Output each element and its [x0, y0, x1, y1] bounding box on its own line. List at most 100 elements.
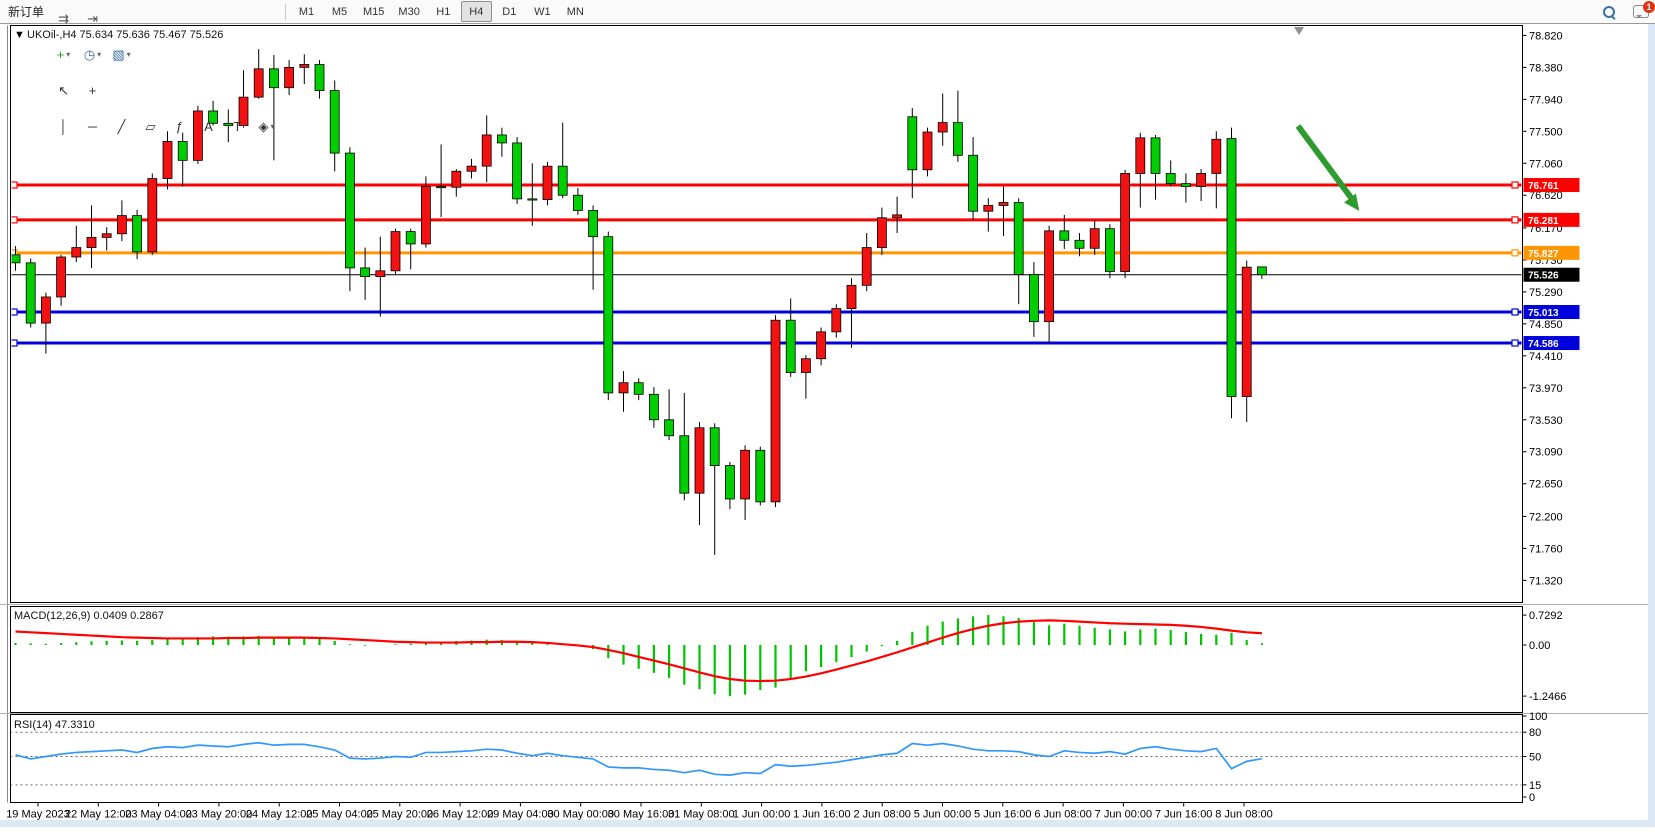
period-icon: ◷	[84, 48, 95, 61]
price-axis-label: 74.850	[1529, 319, 1563, 331]
macd-axis-label: -1.2466	[1529, 691, 1566, 703]
time-axis-label: 25 May 04:00	[306, 809, 373, 821]
auto-scroll-icon: ⇉	[58, 12, 69, 25]
time-axis-label: 31 May 08:00	[668, 809, 735, 821]
chevron-down-icon: ▾	[271, 122, 275, 131]
time-axis-label: 26 May 12:00	[427, 809, 494, 821]
time-axis-label: 8 Jun 08:00	[1215, 809, 1273, 821]
rsi-axis-label: 15	[1529, 780, 1541, 792]
price-axis-label: 77.060	[1529, 158, 1563, 170]
timeframe-M5[interactable]: M5	[324, 1, 355, 22]
svg-text:76.761: 76.761	[1528, 181, 1559, 192]
time-axis-label: 1 Jun 00:00	[733, 809, 791, 821]
vertical-line-icon: │	[59, 120, 67, 133]
channel-button[interactable]: ▱	[137, 116, 164, 137]
time-axis-label: 23 May 20:00	[186, 809, 253, 821]
timeframe-H4[interactable]: H4	[461, 1, 492, 22]
add-indicator-button[interactable]: +▾	[50, 44, 77, 65]
price-axis-label: 75.290	[1529, 287, 1563, 299]
chart-shift-button[interactable]: ⇥	[79, 8, 106, 29]
price-tag-76.281: 76.281	[1524, 213, 1580, 227]
timeframe-M15[interactable]: M15	[357, 1, 390, 22]
new-order-button[interactable]: 新订单	[1, 1, 48, 22]
time-axis-label: 6 Jun 08:00	[1034, 809, 1092, 821]
price-axis-label: 76.620	[1529, 190, 1563, 202]
horizontal-line-icon: ─	[88, 120, 97, 133]
price-axis-label: 73.090	[1529, 447, 1563, 459]
label-button[interactable]: T	[224, 116, 251, 137]
toolbar-separator	[285, 4, 286, 20]
toolbar-group-4: +▾◷▾▧▾	[49, 44, 281, 66]
chevron-down-icon: ▾	[127, 50, 131, 59]
crosshair-icon: +	[89, 84, 97, 97]
time-axis[interactable]: 19 May 202322 May 12:0023 May 04:0023 Ma…	[6, 803, 1273, 821]
timeframe-M30[interactable]: M30	[392, 1, 425, 22]
trendline-icon: ╱	[118, 120, 126, 133]
time-axis-label: 30 May 16:00	[608, 809, 675, 821]
notifications-icon[interactable]: 1	[1633, 5, 1649, 18]
timeframe-MN[interactable]: MN	[560, 1, 591, 22]
price-axis-label: 78.820	[1529, 30, 1563, 42]
template-icon: ▧	[112, 48, 124, 61]
symbol-dropdown-icon[interactable]: ▼	[14, 29, 25, 41]
time-axis-label: 19 May 2023	[6, 809, 70, 821]
cursor-button[interactable]: ↖	[50, 80, 77, 101]
macd-axis-label: 0.00	[1529, 640, 1550, 652]
time-axis-label: 7 Jun 16:00	[1155, 809, 1213, 821]
shapes-button[interactable]: ◈▾	[253, 116, 280, 137]
price-chart: 78.82078.38077.94077.50077.06076.62076.1…	[0, 24, 1655, 827]
timeframe-D1[interactable]: D1	[494, 1, 525, 22]
price-axis-label: 73.970	[1529, 383, 1563, 395]
trendline-button[interactable]: ╱	[108, 116, 135, 137]
toolbar-group-6: │ ─ ╱ ▱ ƒA T ◈▾	[49, 116, 281, 138]
time-axis-label: 23 May 04:00	[125, 809, 192, 821]
rsi-axis-label: 80	[1529, 727, 1541, 739]
crosshair-button[interactable]: +	[79, 80, 106, 101]
timeframe-group: M1M5M15M30H1H4D1W1MN	[290, 1, 592, 23]
vertical-line-button[interactable]: │	[50, 116, 77, 137]
timeframe-W1[interactable]: W1	[527, 1, 558, 22]
chevron-down-icon: ▾	[97, 50, 101, 59]
window-right-edge	[1648, 24, 1655, 827]
toolbar-right-cluster: 1	[1594, 1, 1649, 22]
window-bottom-edge	[0, 820, 1655, 827]
notification-badge: 1	[1643, 1, 1655, 13]
template-button[interactable]: ▧▾	[108, 44, 135, 65]
price-axis-label: 72.650	[1529, 479, 1563, 491]
auto-scroll-button[interactable]: ⇉	[50, 8, 77, 29]
price-axis[interactable]: 78.82078.38077.94077.50077.06076.62076.1…	[1523, 30, 1580, 804]
text-button[interactable]: A	[195, 116, 222, 137]
price-axis-label: 71.760	[1529, 543, 1563, 555]
price-axis-label: 74.410	[1529, 351, 1563, 363]
horizontal-line-button[interactable]: ─	[79, 116, 106, 137]
channel-icon: ▱	[146, 120, 156, 133]
timeframe-H1[interactable]: H1	[428, 1, 459, 22]
toolbar-group-5: ↖+	[49, 80, 281, 102]
price-axis-label: 71.320	[1529, 575, 1563, 587]
svg-text:74.586: 74.586	[1528, 339, 1559, 350]
period-button[interactable]: ◷▾	[79, 44, 106, 65]
svg-text:75.827: 75.827	[1528, 249, 1559, 260]
shapes-icon: ◈	[259, 120, 269, 133]
price-tag-74.586: 74.586	[1524, 336, 1580, 350]
label-icon: T	[234, 120, 242, 133]
fibonacci-button[interactable]: ƒ	[166, 116, 193, 137]
chevron-down-icon: ▾	[66, 50, 70, 59]
time-axis-label: 7 Jun 00:00	[1095, 809, 1153, 821]
price-tag-76.761: 76.761	[1524, 178, 1580, 192]
chart-shift-icon: ⇥	[87, 12, 98, 25]
toolbar-group-order: 新订单	[0, 1, 49, 23]
timeframe-M1[interactable]: M1	[291, 1, 322, 22]
search-button[interactable]	[1595, 1, 1622, 22]
price-tag-75.013: 75.013	[1524, 305, 1580, 319]
svg-text:76.281: 76.281	[1528, 216, 1559, 227]
macd-axis-label: 0.7292	[1529, 610, 1563, 622]
price-axis-label: 77.500	[1529, 126, 1563, 138]
text-icon: A	[204, 120, 213, 133]
main-toolbar: 新订单 ◆▣◉▶自动交易║▮∿⊕⊖▦⇉⇥+▾◷▾▧▾↖+│─╱▱ƒAT◈▾ M1…	[0, 0, 1655, 24]
cursor-icon: ↖	[58, 84, 69, 97]
search-icon	[1602, 5, 1616, 19]
price-tag-75.827: 75.827	[1524, 246, 1580, 260]
time-axis-label: 5 Jun 16:00	[974, 809, 1032, 821]
time-axis-label: 2 Jun 08:00	[853, 809, 911, 821]
